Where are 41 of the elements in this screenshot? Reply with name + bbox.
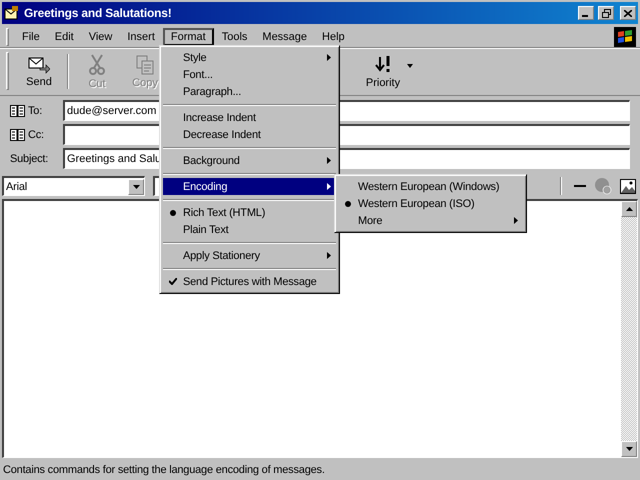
menu-item[interactable]: Apply Stationery <box>163 247 336 264</box>
field-label: Subject: <box>10 152 48 164</box>
menu-item[interactable]: Paragraph... <box>163 83 336 100</box>
menu-item[interactable]: Style <box>163 49 336 66</box>
envelope-icon <box>4 6 20 20</box>
close-icon <box>624 10 632 16</box>
menu-item[interactable]: Decrease Indent <box>163 126 336 143</box>
menu-item[interactable]: Font... <box>163 66 336 83</box>
close-button[interactable] <box>620 6 636 20</box>
scroll-up-icon[interactable] <box>626 207 632 211</box>
priority-button[interactable]: Priority <box>359 52 407 91</box>
menu-item[interactable]: Western European (ISO) <box>338 195 523 212</box>
horizontal-line-icon[interactable] <box>574 184 586 188</box>
menu-item[interactable]: Plain Text <box>163 221 336 238</box>
field-label: Cc: <box>28 128 44 140</box>
dropdown-arrow-icon <box>132 184 140 188</box>
menu-item[interactable]: Send Pictures with Message <box>163 273 336 290</box>
scroll-down-icon[interactable] <box>626 447 632 451</box>
windows-logo-icon <box>614 26 636 46</box>
minimize-button[interactable] <box>578 6 594 20</box>
image-icon[interactable] <box>620 178 636 194</box>
send-button[interactable]: Send <box>15 52 63 91</box>
copy-icon <box>136 54 154 74</box>
scissors-icon <box>88 54 106 76</box>
restore-icon <box>602 8 610 18</box>
menu-item[interactable]: Western European (Windows) <box>338 178 523 195</box>
field-label: To: <box>28 104 42 116</box>
scrollbar[interactable] <box>621 201 637 457</box>
status-text: Contains commands for setting the language encoding of messages. <box>3 464 325 476</box>
menu-item[interactable]: Rich Text (HTML) <box>163 204 336 221</box>
menu-title[interactable]: Format <box>162 28 214 46</box>
envelope-icon <box>28 56 50 74</box>
address-book-icon[interactable] <box>10 104 25 116</box>
font-dropdown[interactable]: Arial <box>2 176 145 196</box>
caret-icon[interactable] <box>407 64 413 68</box>
menu-item[interactable]: Encoding <box>163 178 336 195</box>
window-title: Greetings and Salutations! <box>24 6 172 20</box>
restore-button[interactable] <box>598 6 614 20</box>
address-book-icon[interactable] <box>10 128 25 140</box>
menu-item[interactable]: Background <box>163 152 336 169</box>
menu-item[interactable]: More <box>338 212 523 229</box>
